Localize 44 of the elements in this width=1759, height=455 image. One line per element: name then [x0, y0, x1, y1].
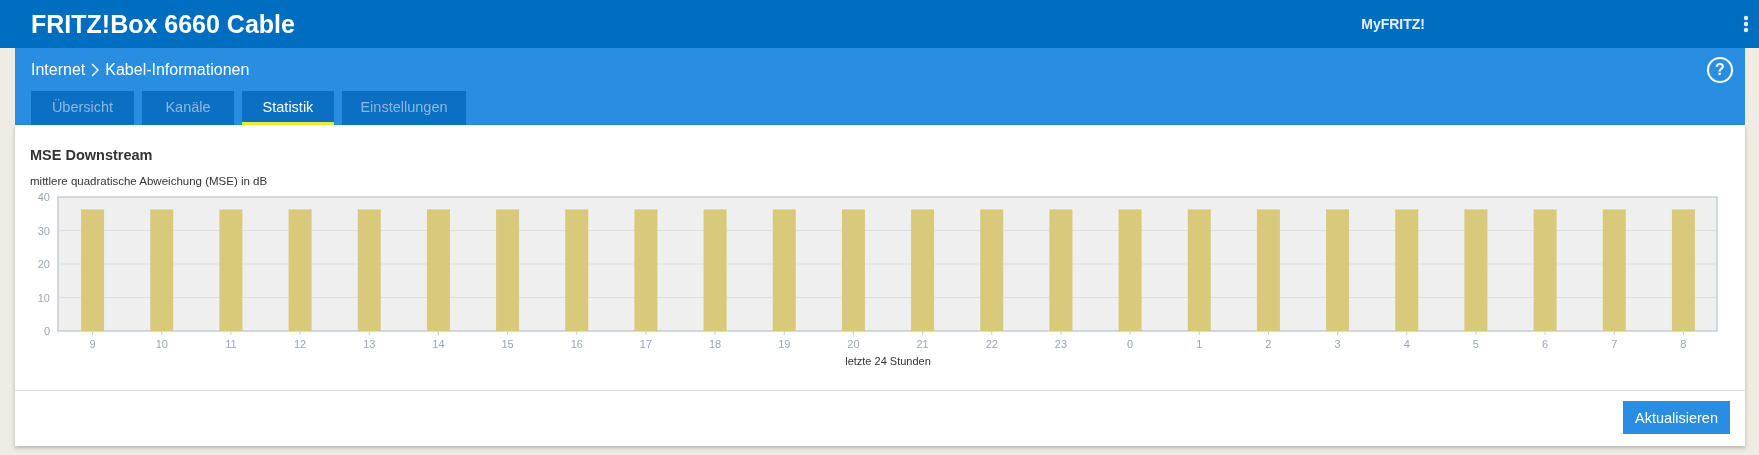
- x-tick-label: 9: [89, 338, 96, 350]
- y-tick-label: 20: [37, 258, 50, 270]
- y-tick-label: 30: [37, 224, 50, 237]
- x-tick-label: 4: [1403, 338, 1410, 350]
- x-tick-label: 5: [1472, 338, 1479, 350]
- y-tick-label: 10: [37, 291, 50, 304]
- x-tick-label: 16: [570, 338, 583, 350]
- tab[interactable]: Statistik: [242, 91, 334, 125]
- x-tick-label: 10: [155, 338, 168, 350]
- tab[interactable]: Einstellungen: [342, 91, 466, 125]
- x-tick-label: 3: [1334, 338, 1341, 350]
- product-title: FRITZ!Box 6660 Cable: [31, 9, 296, 39]
- x-tick-label: 2: [1265, 338, 1272, 350]
- x-tick-label: 23: [1054, 338, 1068, 350]
- refresh-button[interactable]: Aktualisieren: [1623, 401, 1730, 434]
- x-tick-label: 8: [1680, 338, 1687, 350]
- tab[interactable]: Kanäle: [142, 91, 234, 125]
- x-tick-label: 0: [1127, 338, 1134, 350]
- x-tick-label: 14: [432, 338, 445, 350]
- x-tick-label: 22: [985, 338, 998, 350]
- x-tick-label: 1: [1196, 338, 1203, 350]
- help-icon[interactable]: ?: [1707, 56, 1733, 83]
- more-menu-icon[interactable]: [1743, 15, 1749, 33]
- myfritz-link[interactable]: MyFRITZ!: [1361, 16, 1425, 32]
- section-title: MSE Downstream: [29, 146, 154, 163]
- x-tick-label: 6: [1542, 338, 1549, 350]
- x-tick-label: 11: [225, 338, 237, 350]
- tab[interactable]: Übersicht: [31, 91, 134, 125]
- x-tick-label: 19: [778, 338, 791, 350]
- x-tick-label: 15: [501, 338, 514, 350]
- x-tick-label: 20: [847, 338, 860, 350]
- y-tick-label: 0: [43, 325, 50, 337]
- x-tick-label: 18: [708, 338, 722, 350]
- x-tick-label: 17: [639, 338, 653, 350]
- breadcrumb-item: Kabel-Informationen: [105, 60, 250, 79]
- chevron-right-icon: [91, 62, 100, 77]
- x-tick-label: 13: [363, 338, 376, 350]
- breadcrumb-item[interactable]: Internet: [31, 60, 86, 79]
- y-tick-label: 40: [37, 191, 50, 203]
- x-tick-label: 7: [1611, 338, 1618, 350]
- y-axis-label: mittlere quadratische Abweichung (MSE) in dB: [30, 175, 268, 187]
- x-axis-label: letzte 24 Stunden: [845, 355, 931, 366]
- x-tick-label: 12: [293, 338, 307, 350]
- x-tick-label: 21: [916, 338, 929, 350]
